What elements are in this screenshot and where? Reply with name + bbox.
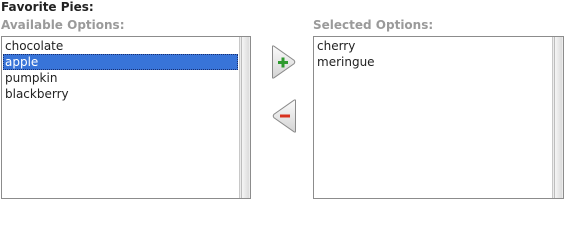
list-item[interactable]: apple — [3, 54, 238, 70]
plus-icon — [272, 45, 296, 79]
list-item[interactable]: cherry — [315, 38, 551, 54]
page-title: Favorite Pies: — [1, 0, 94, 14]
list-item[interactable]: meringue — [315, 54, 551, 70]
selected-options-listbox[interactable]: cherry meringue — [313, 36, 564, 199]
list-item[interactable]: blackberry — [3, 86, 238, 102]
remove-button[interactable] — [271, 99, 297, 133]
scrollbar-thumb[interactable] — [554, 37, 562, 198]
add-button[interactable] — [271, 45, 297, 79]
list-item[interactable]: chocolate — [3, 38, 238, 54]
minus-icon — [272, 99, 296, 133]
scrollbar-thumb[interactable] — [241, 37, 249, 198]
available-options-label: Available Options: — [1, 18, 125, 32]
selected-options-label: Selected Options: — [313, 18, 434, 32]
scrollbar[interactable] — [239, 37, 250, 198]
list-item[interactable]: pumpkin — [3, 70, 238, 86]
scrollbar[interactable] — [552, 37, 563, 198]
available-options-listbox[interactable]: chocolate apple pumpkin blackberry — [1, 36, 251, 199]
